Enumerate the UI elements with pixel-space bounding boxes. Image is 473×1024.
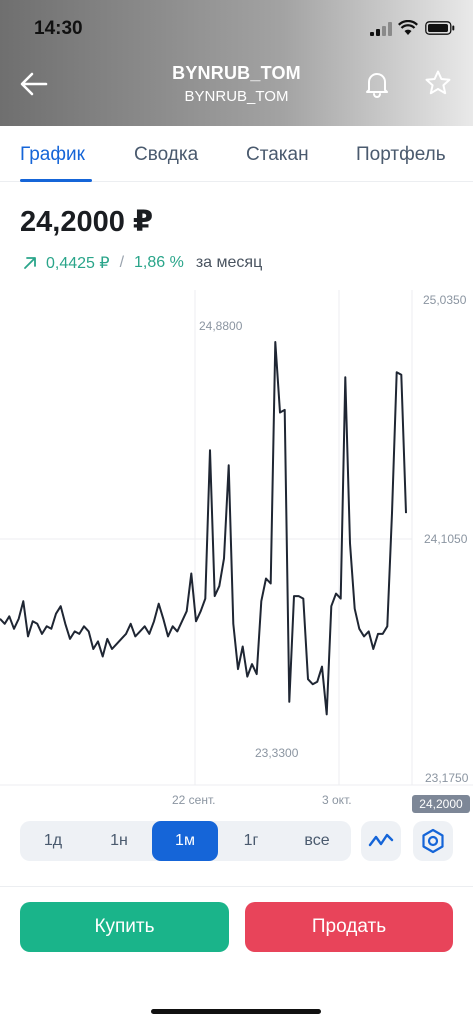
hexagon-settings-icon	[422, 828, 444, 854]
active-tab-indicator	[20, 179, 92, 182]
tab-summary[interactable]: Сводка	[134, 144, 198, 166]
price-series-line	[0, 341, 407, 716]
tab-bar: График Сводка Стакан Портфель	[0, 126, 473, 182]
line-chart-icon	[368, 833, 394, 847]
page-subtitle: BYNRUB_TOM	[184, 88, 289, 105]
y-tick-mid: 24,1050	[424, 532, 468, 546]
tab-chart[interactable]: График	[20, 144, 85, 166]
buy-button[interactable]: Купить	[20, 902, 229, 952]
divider	[0, 886, 473, 887]
status-time: 14:30	[34, 18, 83, 39]
change-period: за месяц	[195, 254, 263, 271]
price-change: 0,4425 ₽ / 1,86 % за месяц	[22, 253, 262, 273]
home-indicator	[151, 1009, 321, 1014]
wifi-icon	[398, 20, 418, 35]
range-selector: 1д 1н 1м 1г все	[20, 821, 351, 861]
cellular-signal-icon	[370, 22, 392, 36]
change-percent: 1,86 %	[134, 254, 184, 271]
tab-portfolio[interactable]: Портфель	[356, 144, 446, 166]
sell-button[interactable]: Продать	[245, 902, 453, 952]
tab-order-book[interactable]: Стакан	[246, 144, 309, 166]
min-value-label: 23,3300	[255, 746, 299, 760]
y-tick-top: 25,0350	[423, 293, 467, 307]
header-bar: 14:30 BYNRUB_TOM BYNRUB_TOM	[0, 0, 473, 126]
bell-icon[interactable]	[364, 70, 390, 98]
status-bar: 14:30	[0, 0, 473, 54]
battery-icon	[425, 21, 455, 35]
x-tick-label: 22 сент.	[172, 793, 216, 807]
current-price: 24,2000 ₽	[20, 206, 154, 238]
current-value-badge: 24,2000	[412, 795, 470, 813]
price-chart[interactable]: 25,0350 24,1050 23,1750 24,8800 23,3300 …	[0, 290, 473, 813]
range-1d-button[interactable]: 1д	[20, 821, 86, 861]
page-title: BYNRUB_TOM	[172, 63, 301, 83]
x-tick-label: 3 окт.	[322, 793, 352, 807]
price-chart-svg[interactable]	[0, 290, 473, 810]
y-tick-bottom: 23,1750	[425, 771, 469, 785]
instrument-title: BYNRUB_TOM BYNRUB_TOM	[120, 63, 353, 105]
change-separator: /	[119, 254, 125, 271]
change-absolute: 0,4425 ₽	[46, 255, 110, 272]
range-all-button[interactable]: все	[284, 821, 350, 861]
indicators-button[interactable]	[413, 821, 453, 861]
back-arrow-icon[interactable]	[18, 68, 50, 100]
range-1y-button[interactable]: 1г	[218, 821, 284, 861]
arrow-up-right-icon	[24, 257, 36, 269]
range-1m-button[interactable]: 1м	[152, 821, 218, 861]
star-icon[interactable]	[424, 69, 452, 97]
max-value-label: 24,8800	[199, 319, 243, 333]
chart-type-button[interactable]	[361, 821, 401, 861]
range-1w-button[interactable]: 1н	[86, 821, 152, 861]
